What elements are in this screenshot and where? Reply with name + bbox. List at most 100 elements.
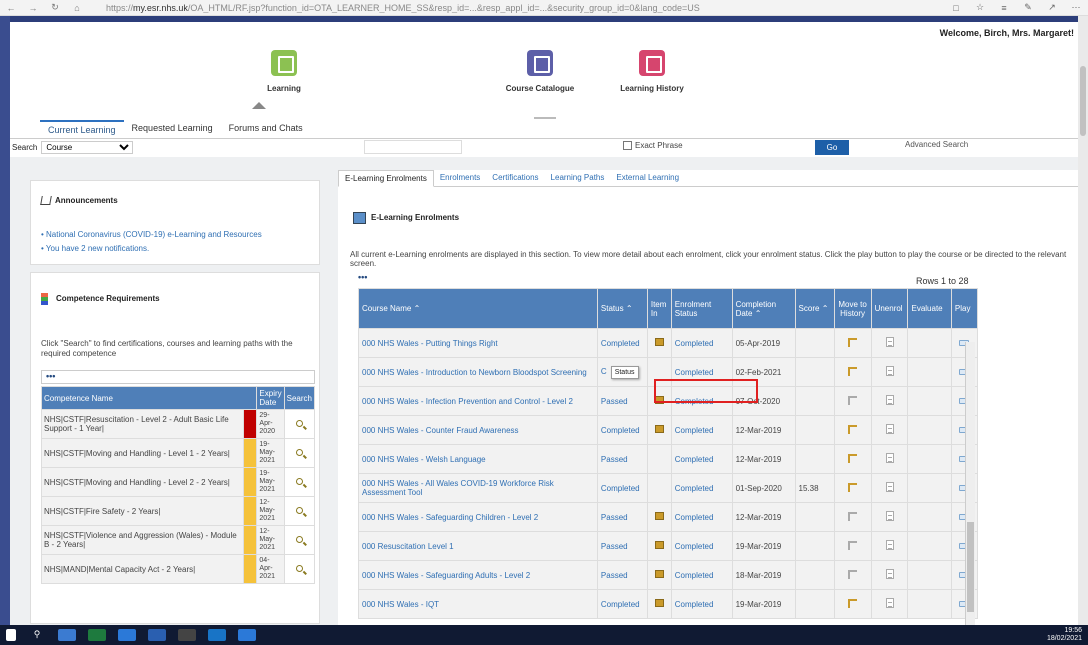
unenrol-icon[interactable] — [885, 424, 894, 434]
back-icon[interactable]: ← — [0, 3, 22, 13]
unenrol-cell[interactable] — [870, 357, 909, 387]
unenrol-cell[interactable] — [870, 473, 909, 503]
unenrol-cell[interactable] — [870, 386, 909, 416]
enrolment-status-link[interactable]: Completed — [670, 560, 733, 590]
status-link[interactable]: Passed — [596, 386, 648, 416]
sort-icon[interactable]: ⌃ — [414, 304, 421, 313]
browser-icon[interactable] — [238, 629, 256, 641]
refresh-icon[interactable]: ↻ — [44, 2, 66, 13]
hub-learning[interactable]: Learning — [246, 50, 322, 93]
move-to-history-cell[interactable] — [833, 386, 872, 416]
enrolment-status-link[interactable]: Completed — [670, 502, 733, 532]
search-cell[interactable] — [283, 409, 316, 439]
favorites-icon[interactable]: ≡ — [992, 3, 1016, 13]
status-text[interactable]: C — [601, 367, 607, 376]
learning-icon[interactable] — [271, 50, 297, 76]
move-to-history-cell[interactable] — [833, 531, 872, 561]
move-to-history-icon[interactable] — [848, 453, 858, 463]
page-scrollbar[interactable] — [1078, 16, 1088, 625]
search-cell[interactable] — [283, 554, 316, 584]
unenrol-cell[interactable] — [870, 589, 909, 619]
unenrol-icon[interactable] — [885, 366, 894, 376]
course-name-link[interactable]: 000 NHS Wales - Safeguarding Children - … — [358, 502, 598, 532]
col-status[interactable]: Status ⌃ — [596, 288, 648, 329]
item-in-cell[interactable] — [646, 589, 672, 619]
checkbox-icon[interactable] — [623, 141, 632, 151]
item-icon[interactable] — [654, 599, 664, 607]
enrolment-status-link[interactable]: Completed — [670, 444, 733, 474]
item-in-cell[interactable] — [646, 415, 672, 445]
move-to-history-cell[interactable] — [833, 415, 872, 445]
course-name-link[interactable]: 000 NHS Wales - Safeguarding Adults - Le… — [358, 560, 598, 590]
enrolment-status-link[interactable]: Completed — [670, 328, 733, 358]
status-link[interactable]: Passed — [596, 560, 648, 590]
move-to-history-icon[interactable] — [848, 366, 858, 376]
sort-icon[interactable]: ⌃ — [626, 304, 633, 313]
hub-course-catalogue-label[interactable]: Course Catalogue — [502, 84, 578, 93]
col-status-label[interactable]: Status — [601, 304, 624, 313]
table-actions-menu[interactable]: ••• — [358, 272, 367, 282]
move-to-history-icon[interactable] — [848, 569, 858, 579]
hub-learning-history[interactable]: Learning History — [614, 50, 690, 93]
table-scrollbar-thumb[interactable] — [967, 522, 974, 612]
status-link[interactable]: Passed — [596, 502, 648, 532]
search-cell[interactable] — [283, 438, 316, 468]
item-icon[interactable] — [654, 512, 664, 520]
move-to-history-cell[interactable] — [833, 473, 872, 503]
forward-icon[interactable]: → — [22, 3, 44, 13]
sort-icon[interactable]: ⌃ — [822, 304, 829, 313]
status-text[interactable]: Completed — [601, 426, 640, 435]
pen-icon[interactable]: ✎ — [1016, 2, 1040, 13]
outlook-icon[interactable] — [208, 629, 226, 641]
tab-learning-paths[interactable]: Learning Paths — [545, 170, 611, 186]
item-in-cell[interactable] — [646, 531, 672, 561]
excel-icon[interactable] — [88, 629, 106, 641]
go-button[interactable]: Go — [815, 140, 849, 155]
hub-course-catalogue[interactable]: Course Catalogue — [502, 50, 578, 93]
status-link[interactable]: Passed — [596, 444, 648, 474]
status-link[interactable]: Completed — [596, 328, 648, 358]
status-text[interactable]: Passed — [601, 397, 628, 406]
unenrol-icon[interactable] — [885, 395, 894, 405]
page-scrollbar-thumb[interactable] — [1080, 66, 1086, 136]
unenrol-cell[interactable] — [870, 415, 909, 445]
status-text[interactable]: Passed — [601, 571, 628, 580]
item-icon[interactable] — [654, 338, 664, 346]
unenrol-icon[interactable] — [885, 540, 894, 550]
advanced-search-link[interactable]: Advanced Search — [905, 140, 968, 149]
course-name-link[interactable]: 000 NHS Wales - Counter Fraud Awareness — [358, 415, 598, 445]
col-course-name[interactable]: Course Name ⌃ — [358, 288, 598, 329]
unenrol-icon[interactable] — [885, 337, 894, 347]
unenrol-cell[interactable] — [870, 531, 909, 561]
announcement-link-text[interactable]: National Coronavirus (COVID-19) e-Learni… — [46, 230, 262, 239]
col-course-name-label[interactable]: Course Name — [362, 304, 411, 313]
col-expiry-date[interactable]: Expiry Date — [256, 386, 285, 410]
move-to-history-icon[interactable] — [848, 598, 858, 608]
status-text[interactable]: Completed — [601, 600, 640, 609]
learning-history-icon[interactable] — [639, 50, 665, 76]
move-to-history-cell[interactable] — [833, 328, 872, 358]
col-enrolment-status[interactable]: Enrolment Status — [670, 288, 733, 329]
move-to-history-cell[interactable] — [833, 589, 872, 619]
search-icon[interactable]: ⚲ — [28, 629, 46, 641]
search-icon[interactable] — [295, 535, 303, 543]
tab-e-learning-enrolments[interactable]: E-Learning Enrolments — [338, 170, 434, 187]
table-scrollbar[interactable] — [965, 342, 975, 625]
move-to-history-icon[interactable] — [848, 540, 858, 550]
status-link[interactable]: Completed — [596, 473, 648, 503]
item-in-cell[interactable] — [646, 502, 672, 532]
course-catalogue-icon[interactable] — [527, 50, 553, 76]
sort-icon[interactable]: ⌃ — [755, 309, 762, 318]
tab-external-learning[interactable]: External Learning — [610, 170, 685, 186]
announcement-link[interactable]: • You have 2 new notifications. — [41, 244, 149, 253]
hub-learning-history-label[interactable]: Learning History — [614, 84, 690, 93]
hub-learning-label[interactable]: Learning — [246, 84, 322, 93]
unenrol-icon[interactable] — [885, 569, 894, 579]
unenrol-icon[interactable] — [885, 453, 894, 463]
unenrol-icon[interactable] — [885, 598, 894, 608]
search-icon[interactable] — [295, 448, 303, 456]
search-icon[interactable] — [295, 477, 303, 485]
enrolment-status-link[interactable]: Completed — [670, 589, 733, 619]
course-name-link[interactable]: 000 NHS Wales - Putting Things Right — [358, 328, 598, 358]
unenrol-cell[interactable] — [870, 444, 909, 474]
